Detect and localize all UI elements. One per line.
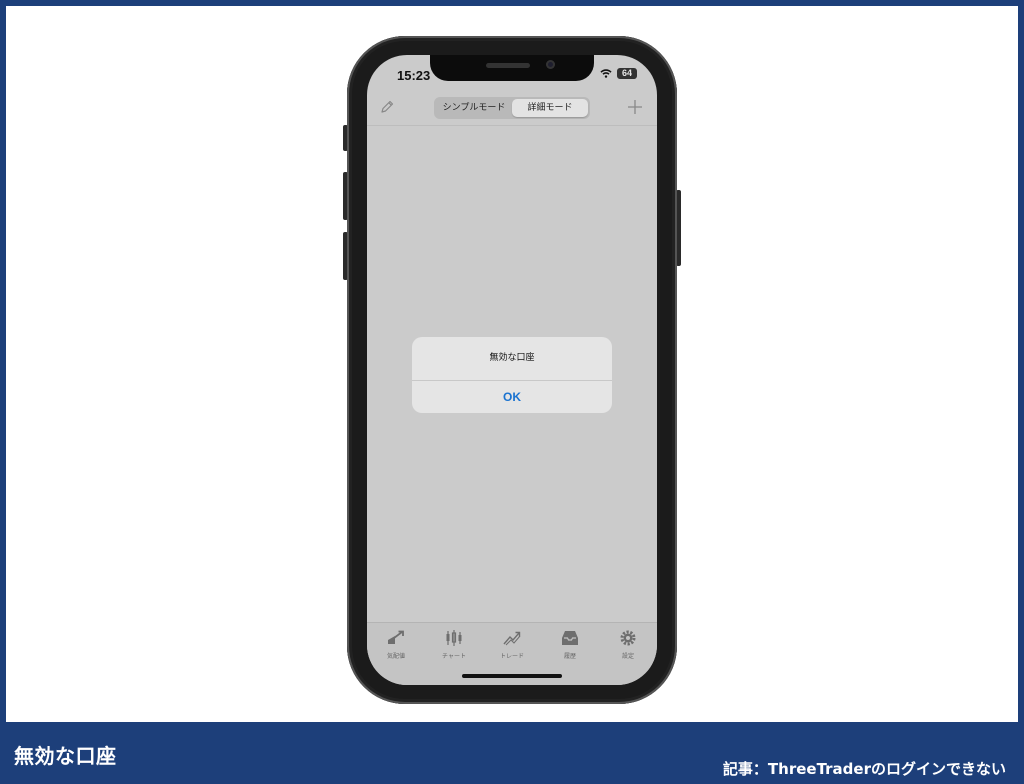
alert-title: 無効な口座 [489, 353, 535, 363]
tab-label: 気配値 [386, 653, 405, 660]
chart-icon [446, 630, 462, 646]
status-time: 15:23 [397, 68, 431, 83]
history-icon [562, 631, 578, 645]
notch [430, 55, 594, 81]
earpiece-speaker [486, 63, 530, 68]
tab-label: トレード [499, 653, 524, 660]
tab-label: 設定 [621, 653, 634, 660]
trade-icon [503, 631, 521, 646]
alert-ok-button[interactable]: OK [412, 381, 612, 413]
mode-segmented-control: シンプルモード 詳細モード [434, 97, 590, 119]
tab-settings[interactable]: 設定 [599, 623, 657, 685]
add-plus-icon[interactable] [626, 98, 644, 116]
settings-icon [620, 630, 636, 646]
caption-article-note: 記事：ThreeTraderのログインできない [722, 760, 1006, 778]
front-camera [546, 60, 555, 69]
edit-pencil-icon[interactable] [378, 98, 396, 116]
caption-title: 無効な口座 [14, 744, 117, 768]
tab-label: 履歴 [563, 653, 576, 660]
status-indicators: 64 [600, 68, 637, 79]
segment-detail-mode[interactable]: 詳細モード [512, 99, 588, 117]
tab-label: チャート [442, 653, 466, 660]
segment-simple-mode[interactable]: シンプルモード [436, 99, 512, 117]
phone-screen: 15:23 64 シンプルモード 詳細モード 無効な口座 OK 気配値 チャート… [367, 55, 657, 685]
home-indicator [462, 674, 562, 678]
tab-quotes[interactable]: 気配値 [367, 623, 425, 685]
wifi-icon [600, 69, 612, 78]
alert-dialog: 無効な口座 OK [412, 337, 612, 413]
quotes-icon [388, 630, 404, 644]
nav-bar: シンプルモード 詳細モード [367, 93, 657, 126]
battery-indicator: 64 [617, 68, 637, 79]
